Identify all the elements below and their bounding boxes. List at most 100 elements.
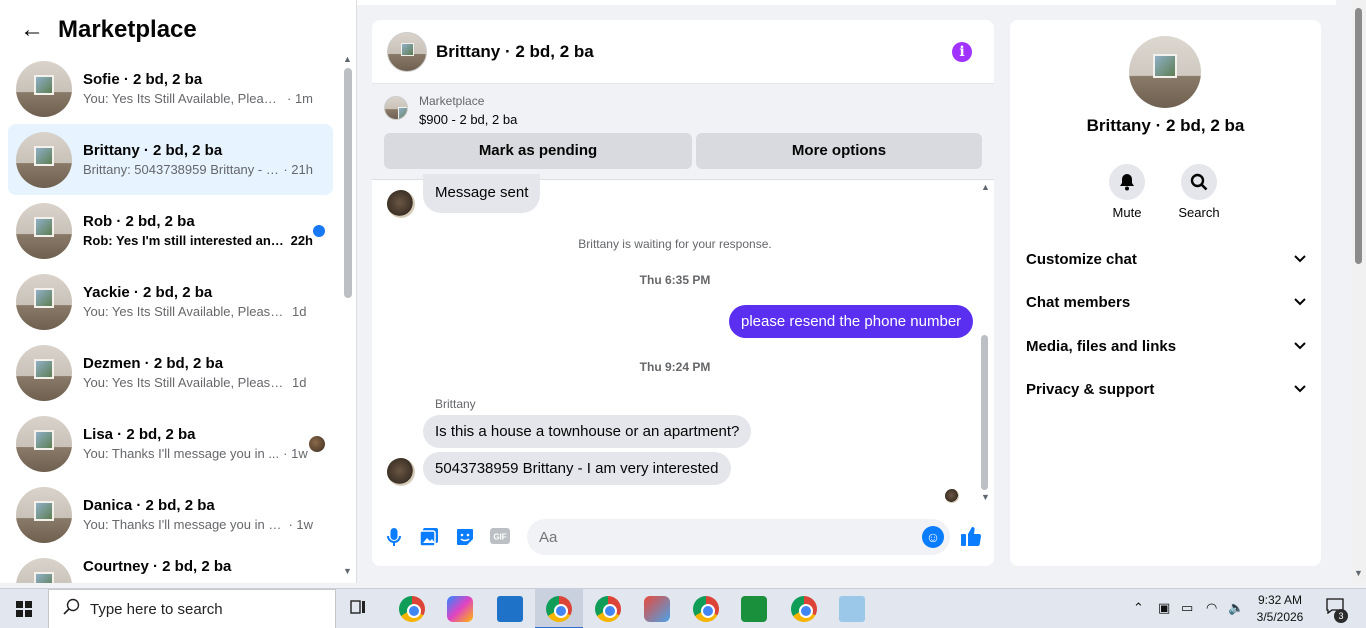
section-label: Customize chat bbox=[1026, 250, 1137, 268]
news-app-icon[interactable] bbox=[497, 596, 523, 622]
conversation-preview: You: Yes Its Still Available, Please Se.… bbox=[83, 304, 288, 319]
message-thread: Message sent Brittany is waiting for you… bbox=[372, 174, 994, 510]
waiting-notice: Brittany is waiting for your response. bbox=[578, 237, 772, 251]
wifi-icon[interactable]: ◠ bbox=[1206, 600, 1217, 616]
meet-now-icon[interactable]: ▣ bbox=[1158, 600, 1170, 616]
conversation-item[interactable]: Sofie · 2 bd, 2 ba You: Yes Its Still Av… bbox=[8, 53, 333, 124]
conversation-name: Courtney · 2 bd, 2 ba bbox=[83, 558, 232, 575]
thumbs-up-icon[interactable] bbox=[960, 525, 982, 553]
scrollbar-thumb[interactable] bbox=[1355, 8, 1362, 264]
chrome-profile-icon[interactable] bbox=[546, 596, 572, 622]
taskbar-search-placeholder: Type here to search bbox=[90, 600, 223, 618]
mute-action[interactable]: Mute bbox=[1097, 164, 1157, 220]
unread-dot-icon bbox=[313, 225, 325, 237]
conversation-sidebar: ← Marketplace Sofie · 2 bd, 2 ba You: Ye… bbox=[0, 0, 357, 583]
listing-thumbnail bbox=[384, 96, 408, 120]
scroll-up-icon[interactable]: ▲ bbox=[343, 54, 352, 64]
chrome-profile-icon[interactable] bbox=[693, 596, 719, 622]
search-label: Search bbox=[1178, 205, 1220, 220]
listing-thumbnail bbox=[16, 202, 72, 259]
chrome-icon[interactable] bbox=[595, 596, 621, 622]
scroll-down-icon[interactable]: ▼ bbox=[981, 492, 990, 502]
conversation-time: · 1m bbox=[287, 91, 313, 106]
conversation-item[interactable]: Dezmen · 2 bd, 2 ba You: Yes Its Still A… bbox=[8, 337, 333, 408]
more-options-button[interactable]: More options bbox=[696, 133, 982, 169]
sidebar-scrollbar[interactable]: ▲ ▼ bbox=[343, 54, 353, 576]
message-bubble-incoming: 5043738959 Brittany - I am very interest… bbox=[423, 452, 731, 485]
chat-scrollbar[interactable]: ▲ ▼ bbox=[979, 180, 991, 506]
scroll-down-icon[interactable]: ▼ bbox=[343, 566, 352, 576]
volume-icon[interactable]: 🔈 bbox=[1228, 600, 1244, 616]
conversation-time: 1d bbox=[292, 375, 307, 390]
listing-thumbnail bbox=[16, 273, 72, 330]
media-files-links-section[interactable]: Media, files and links bbox=[1026, 326, 1306, 366]
message-input[interactable] bbox=[527, 519, 907, 555]
emoji-icon[interactable]: ☺ bbox=[922, 526, 944, 548]
page-scrollbar[interactable]: ▼ bbox=[1351, 0, 1366, 583]
conversation-time: · 1w bbox=[283, 446, 308, 461]
privacy-support-section[interactable]: Privacy & support bbox=[1026, 369, 1306, 409]
paint-icon[interactable] bbox=[644, 596, 670, 622]
chevron-up-icon[interactable]: ⌃ bbox=[1133, 600, 1144, 616]
start-button[interactable] bbox=[0, 589, 48, 628]
mute-label: Mute bbox=[1112, 205, 1142, 220]
svg-text:GIF: GIF bbox=[493, 533, 506, 542]
info-icon[interactable]: i bbox=[952, 42, 972, 62]
conversation-item[interactable]: Danica · 2 bd, 2 ba You: Thanks I'll mes… bbox=[8, 479, 333, 550]
listing-thumbnail bbox=[16, 344, 72, 401]
search-icon[interactable] bbox=[1181, 164, 1217, 200]
windows-logo-icon bbox=[16, 601, 32, 617]
chrome-profile-icon[interactable] bbox=[791, 596, 817, 622]
message-input-box[interactable]: ☺ bbox=[527, 519, 950, 555]
conversation-item-unread[interactable]: Rob · 2 bd, 2 ba Rob: Yes I'm still inte… bbox=[8, 195, 333, 266]
scrollbar-thumb[interactable] bbox=[344, 68, 352, 298]
sticker-icon[interactable] bbox=[454, 527, 476, 549]
message-bubble-incoming: Message sent bbox=[423, 174, 541, 213]
conversation-preview: You: Yes Its Still Available, Please S..… bbox=[83, 91, 283, 106]
chat-title[interactable]: Brittany · 2 bd, 2 ba bbox=[436, 42, 594, 62]
message-timestamp: Thu 6:35 PM bbox=[639, 273, 711, 287]
conversation-preview: You: Yes Its Still Available, Please Se.… bbox=[83, 375, 288, 390]
back-arrow-icon[interactable]: ← bbox=[20, 18, 44, 42]
conversation-preview: You: Thanks I'll message you in a ... bbox=[83, 517, 285, 532]
listing-price[interactable]: $900 - 2 bd, 2 ba bbox=[419, 112, 517, 127]
scroll-up-icon[interactable]: ▲ bbox=[981, 182, 990, 192]
listing-thumbnail bbox=[16, 486, 72, 543]
photo-icon[interactable] bbox=[418, 527, 440, 549]
copilot-icon[interactable] bbox=[447, 596, 473, 622]
conversation-name: Sofie · 2 bd, 2 ba bbox=[83, 71, 203, 88]
conversation-name: Dezmen · 2 bd, 2 ba bbox=[83, 355, 224, 372]
conversation-item[interactable]: Lisa · 2 bd, 2 ba You: Thanks I'll messa… bbox=[8, 408, 333, 479]
notepad-icon[interactable] bbox=[839, 596, 865, 622]
conversation-item[interactable]: Courtney · 2 bd, 2 ba bbox=[8, 550, 333, 583]
task-view-icon[interactable] bbox=[347, 596, 371, 622]
mark-as-pending-button[interactable]: Mark as pending bbox=[384, 133, 692, 169]
conversation-name: Danica · 2 bd, 2 ba bbox=[83, 497, 215, 514]
conversation-item-active[interactable]: Brittany · 2 bd, 2 ba Brittany: 50437389… bbox=[8, 124, 333, 195]
green-app-icon[interactable] bbox=[741, 596, 767, 622]
details-avatar[interactable] bbox=[1129, 36, 1201, 108]
search-action[interactable]: Search bbox=[1169, 164, 1229, 220]
message-bubble-incoming: Is this a house a townhouse or an apartm… bbox=[423, 415, 752, 448]
chat-header: Brittany · 2 bd, 2 ba i bbox=[372, 20, 994, 84]
bell-icon[interactable] bbox=[1109, 164, 1145, 200]
chrome-profile-icon[interactable] bbox=[399, 596, 425, 622]
sidebar-title: Marketplace bbox=[58, 16, 197, 43]
scroll-down-icon[interactable]: ▼ bbox=[1354, 568, 1363, 578]
section-label: Media, files and links bbox=[1026, 337, 1177, 355]
microphone-icon[interactable] bbox=[383, 527, 405, 549]
battery-icon[interactable]: ▭ bbox=[1181, 600, 1193, 616]
conversation-time: · 21h bbox=[283, 162, 313, 177]
conversation-item[interactable]: Yackie · 2 bd, 2 ba You: Yes Its Still A… bbox=[8, 266, 333, 337]
details-name: Brittany · 2 bd, 2 ba bbox=[1086, 116, 1245, 135]
chat-avatar[interactable] bbox=[387, 31, 427, 72]
chat-members-section[interactable]: Chat members bbox=[1026, 282, 1306, 322]
scrollbar-thumb[interactable] bbox=[981, 335, 988, 490]
taskbar-clock[interactable]: 9:32 AM 3/5/2026 bbox=[1248, 592, 1312, 626]
customize-chat-section[interactable]: Customize chat bbox=[1026, 239, 1306, 279]
chevron-down-icon bbox=[1294, 295, 1306, 309]
gif-icon[interactable]: GIF bbox=[489, 527, 511, 549]
sidebar-header: ← Marketplace bbox=[0, 0, 356, 60]
top-strip bbox=[357, 0, 1336, 5]
taskbar-search-box[interactable]: Type here to search bbox=[48, 589, 336, 628]
